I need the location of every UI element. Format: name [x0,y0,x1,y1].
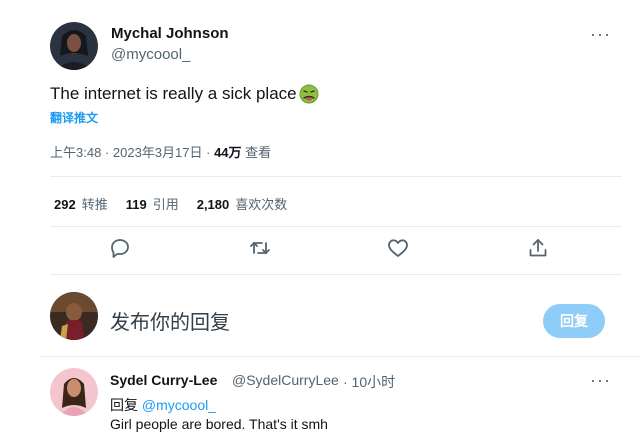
likes-stat[interactable]: 2,180 喜欢次数 [197,194,288,213]
reply-mention-link[interactable]: @mycoool_ [142,397,216,413]
divider [50,274,622,275]
divider [50,176,622,177]
tweet-meta: 上午3:48 · 2023年3月17日 · 44万 查看 [50,142,271,161]
tweet-text-content: The internet is really a sick place [50,84,297,103]
replying-to: 回复 @mycoool_ [110,395,216,415]
reply-button[interactable]: 回复 [543,304,605,338]
reply-icon[interactable] [108,236,132,260]
reply-text: Girl people are bored. That's it smh [110,416,328,432]
current-user-avatar[interactable] [50,292,98,340]
views-count: 44万 [214,145,242,160]
share-icon[interactable] [526,236,550,260]
author-handle[interactable]: @mycoool_ [111,46,190,63]
views-label: 查看 [245,145,272,160]
reply-input[interactable]: 发布你的回复 [110,306,230,335]
reply-prefix: 回复 [110,397,138,413]
reply-author-handle[interactable]: @SydelCurryLee [232,372,339,388]
divider [40,356,640,357]
retweets-stat[interactable]: 292 转推 [54,194,108,213]
tweet-action-bar [0,236,640,264]
author-name[interactable]: Mychal Johnson [111,25,229,42]
meta-separator: · [101,145,113,160]
tweet-time[interactable]: 上午3:48 [50,145,101,160]
meta-separator: · [202,145,215,160]
likes-count: 2,180 [196,197,230,212]
reply-time[interactable]: · 10小时 [343,372,395,392]
retweets-count: 292 [54,197,76,212]
tweet-text: The internet is really a sick place [50,84,320,104]
tweet-more-icon[interactable]: ··· [590,24,611,45]
reply-more-icon[interactable]: ··· [590,370,611,391]
divider [50,226,622,227]
nauseated-face-icon [298,84,320,104]
tweet-stats: 292 转推 119 引用 2,180 喜欢次数 [54,194,287,213]
quotes-stat[interactable]: 119 引用 [126,194,179,213]
reply-author-name[interactable]: Sydel Curry-Lee [110,372,217,388]
tweet-date[interactable]: 2023年3月17日 [113,145,203,160]
author-avatar[interactable] [50,22,98,70]
translate-tweet-link[interactable]: 翻译推文 [50,109,98,126]
retweets-label: 转推 [81,197,108,212]
compose-reply: 发布你的回复 回复 [0,288,640,350]
reply-author-avatar[interactable] [50,368,98,416]
likes-label: 喜欢次数 [235,197,288,212]
like-icon[interactable] [386,236,410,260]
quotes-count: 119 [125,197,147,212]
quotes-label: 引用 [152,197,179,212]
retweet-icon[interactable] [248,236,272,260]
